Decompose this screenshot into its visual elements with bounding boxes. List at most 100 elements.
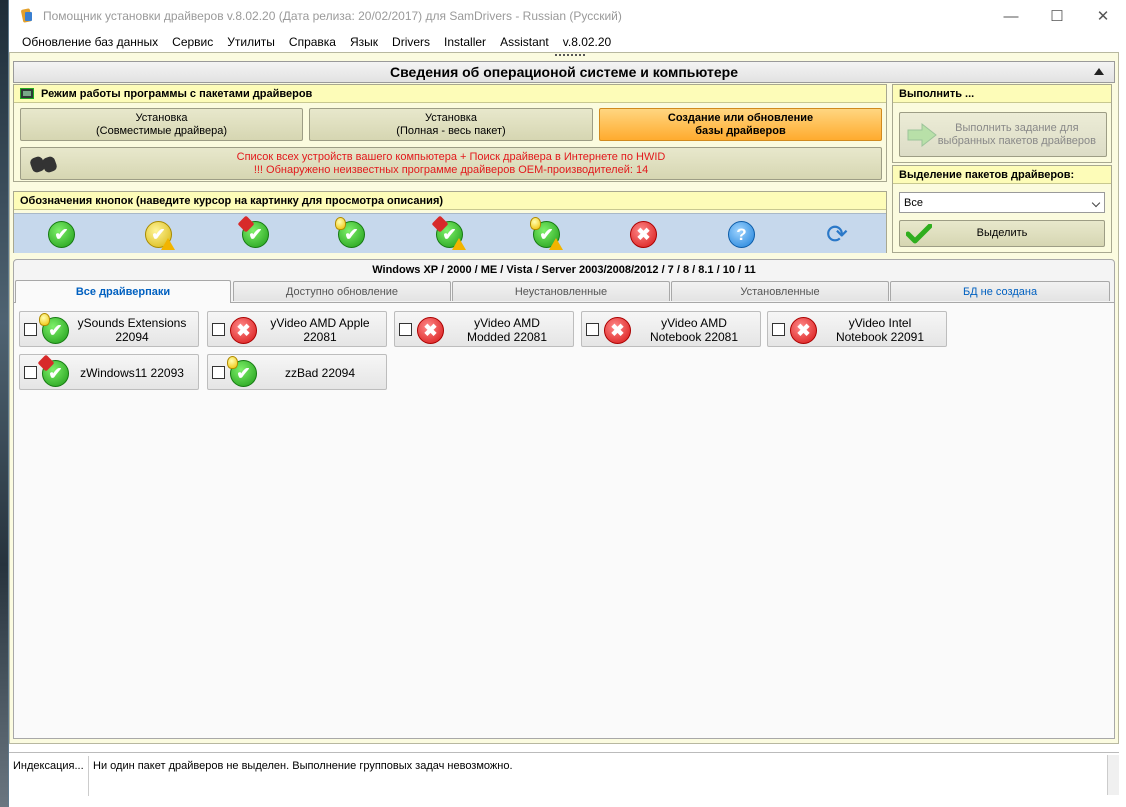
tab-update-available[interactable]: Доступно обновление	[233, 281, 451, 301]
pack-checkbox[interactable]	[24, 366, 37, 379]
menu-version[interactable]: v.8.02.20	[556, 35, 618, 49]
splitter-grip[interactable]	[555, 54, 585, 58]
driverpack-item[interactable]: ✔ zWindows11 22093	[19, 354, 199, 390]
status-bar: Индексация... Ни один пакет драйверов не…	[9, 752, 1119, 797]
button-line2: (Полная - весь пакет)	[396, 124, 506, 137]
system-info-header[interactable]: Сведения об операционой системе и компью…	[13, 61, 1115, 83]
legend-panel: Обозначения кнопок (наведите курсор на к…	[13, 191, 887, 253]
bulb-check-warning-icon[interactable]: ✔	[530, 217, 563, 250]
tab-db-not-created[interactable]: БД не создана	[890, 281, 1110, 301]
execute-task-button[interactable]: Выполнить задание для выбранных пакетов д…	[899, 112, 1107, 157]
green-check-icon[interactable]: ✔	[46, 219, 76, 249]
chevron-down-icon	[1091, 198, 1101, 208]
status-scrollbar[interactable]	[1107, 755, 1119, 795]
status-message: Ни один пакет драйверов не выделен. Выпо…	[93, 760, 513, 772]
pack-checkbox[interactable]	[212, 366, 225, 379]
maximize-button[interactable]: ☐	[1034, 0, 1080, 32]
install-compatible-button[interactable]: Установка (Совместимые драйвера)	[20, 108, 303, 141]
menu-language[interactable]: Язык	[343, 35, 385, 49]
menu-installer[interactable]: Installer	[437, 35, 493, 49]
refresh-arrows-icon[interactable]: ⟳	[822, 219, 852, 249]
driverpack-item[interactable]: ✖ yVideo AMD Apple 22081	[207, 311, 387, 347]
button-line1: Установка	[424, 111, 477, 124]
button-line1: Установка	[135, 111, 188, 124]
blue-question-icon[interactable]: ?	[726, 219, 756, 249]
install-full-button[interactable]: Установка (Полная - весь пакет)	[309, 108, 593, 141]
menu-bar: Обновление баз данных Сервис Утилиты Спр…	[9, 32, 1126, 52]
red-cross-icon: ✖	[602, 315, 632, 345]
pack-checkbox[interactable]	[772, 323, 785, 336]
pack-checkbox[interactable]	[24, 323, 37, 336]
binoculars-icon	[28, 155, 59, 175]
driverpack-item[interactable]: ✖ yVideo Intel Notebook 22091	[767, 311, 947, 347]
pin-check-icon[interactable]: ✔	[237, 215, 270, 249]
tab-all-driverpacks[interactable]: Все драйверпаки	[15, 280, 231, 303]
menu-help[interactable]: Справка	[282, 35, 343, 49]
create-update-db-button[interactable]: Создание или обновление базы драйверов	[599, 108, 882, 141]
main-client-area: Сведения об операционой системе и компью…	[9, 52, 1119, 744]
selection-panel: Выделение пакетов драйверов: Все Выделит…	[892, 165, 1112, 253]
pack-label: yVideo AMD Modded 22081	[466, 316, 548, 344]
driverpacks-tab-frame: Windows XP / 2000 / ME / Vista / Server …	[13, 259, 1115, 739]
green-arrow-icon	[907, 122, 937, 148]
pin-green-check-icon: ✔	[37, 354, 70, 388]
pin-check-warning-icon[interactable]: ✔	[431, 215, 466, 250]
button-line1: Создание или обновление	[667, 111, 814, 124]
button-line1: Выполнить задание для	[955, 121, 1079, 134]
menu-database-update[interactable]: Обновление баз данных	[15, 35, 165, 49]
execute-panel: Выполнить ... Выполнить задание для выбра…	[892, 84, 1112, 163]
select-button[interactable]: Выделить	[899, 220, 1105, 247]
execute-panel-title: Выполнить ...	[893, 85, 1111, 103]
pack-label: zWindows11 22093	[80, 366, 184, 380]
button-line2: (Совместимые драйвера)	[96, 124, 227, 137]
window-title: Помощник установки драйверов v.8.02.20 (…	[43, 9, 622, 23]
pack-checkbox[interactable]	[586, 323, 599, 336]
bulb-check-icon[interactable]: ✔	[335, 217, 366, 249]
bulb-green-check-icon: ✔	[227, 356, 258, 388]
menu-utilities[interactable]: Утилиты	[220, 35, 282, 49]
menu-assistant[interactable]: Assistant	[493, 35, 556, 49]
driverpacks-list: ✔ ySounds Extensions 22094 ✖ yVideo AMD A…	[14, 302, 1114, 738]
menu-drivers[interactable]: Drivers	[385, 35, 437, 49]
pack-label: yVideo AMD Apple 22081	[270, 316, 370, 344]
red-cross-icon[interactable]: ✖	[628, 219, 658, 249]
menu-service[interactable]: Сервис	[165, 35, 220, 49]
yellow-check-warning-icon[interactable]: ✔	[143, 219, 175, 250]
status-indexing: Индексация...	[9, 756, 89, 796]
red-cross-icon: ✖	[228, 315, 258, 345]
app-icon	[19, 8, 35, 24]
os-list-title: Windows XP / 2000 / ME / Vista / Server …	[372, 264, 756, 276]
driverpack-item[interactable]: ✖ yVideo AMD Modded 22081	[394, 311, 574, 347]
app-window: Помощник установки драйверов v.8.02.20 (…	[8, 0, 1126, 807]
green-check-icon	[906, 224, 932, 244]
collapse-arrow-icon[interactable]	[1094, 68, 1104, 75]
tab-installed[interactable]: Установленные	[671, 281, 889, 301]
pack-label: ySounds Extensions 22094	[77, 316, 187, 344]
mode-panel-title: Режим работы программы с пакетами драйве…	[14, 85, 886, 103]
red-cross-icon: ✖	[788, 315, 818, 345]
driverpack-item[interactable]: ✔ ySounds Extensions 22094	[19, 311, 199, 347]
pack-checkbox[interactable]	[399, 323, 412, 336]
pack-filter-select[interactable]: Все	[899, 192, 1105, 213]
button-line2: выбранных пакетов драйверов	[937, 134, 1096, 147]
minimize-button[interactable]: —	[988, 0, 1034, 32]
system-info-title: Сведения об операционой системе и компью…	[390, 64, 738, 80]
bulb-green-check-icon: ✔	[39, 313, 70, 345]
pack-label: zzBad 22094	[284, 366, 356, 380]
pack-filter-value: Все	[904, 196, 923, 209]
device-list-button[interactable]: Список всех устройств вашего компьютера …	[20, 147, 882, 180]
desktop-background	[0, 0, 8, 807]
legend-icons-row: ✔ ✔ ✔ ✔ ✔ ✔ ✖ ? ⟳	[14, 213, 886, 253]
red-cross-icon: ✖	[415, 315, 445, 345]
monitor-icon	[20, 88, 34, 99]
pack-label: yVideo AMD Notebook 22081	[649, 316, 739, 344]
pack-checkbox[interactable]	[212, 323, 225, 336]
title-bar: Помощник установки драйверов v.8.02.20 (…	[9, 0, 1126, 32]
close-button[interactable]: ✕	[1080, 0, 1126, 32]
tab-not-installed[interactable]: Неустановленные	[452, 281, 670, 301]
driverpack-item[interactable]: ✔ zzBad 22094	[207, 354, 387, 390]
button-line2: базы драйверов	[695, 124, 786, 137]
driverpack-item[interactable]: ✖ yVideo AMD Notebook 22081	[581, 311, 761, 347]
mode-panel: Режим работы программы с пакетами драйве…	[13, 84, 887, 182]
legend-panel-title: Обозначения кнопок (наведите курсор на к…	[14, 192, 886, 210]
